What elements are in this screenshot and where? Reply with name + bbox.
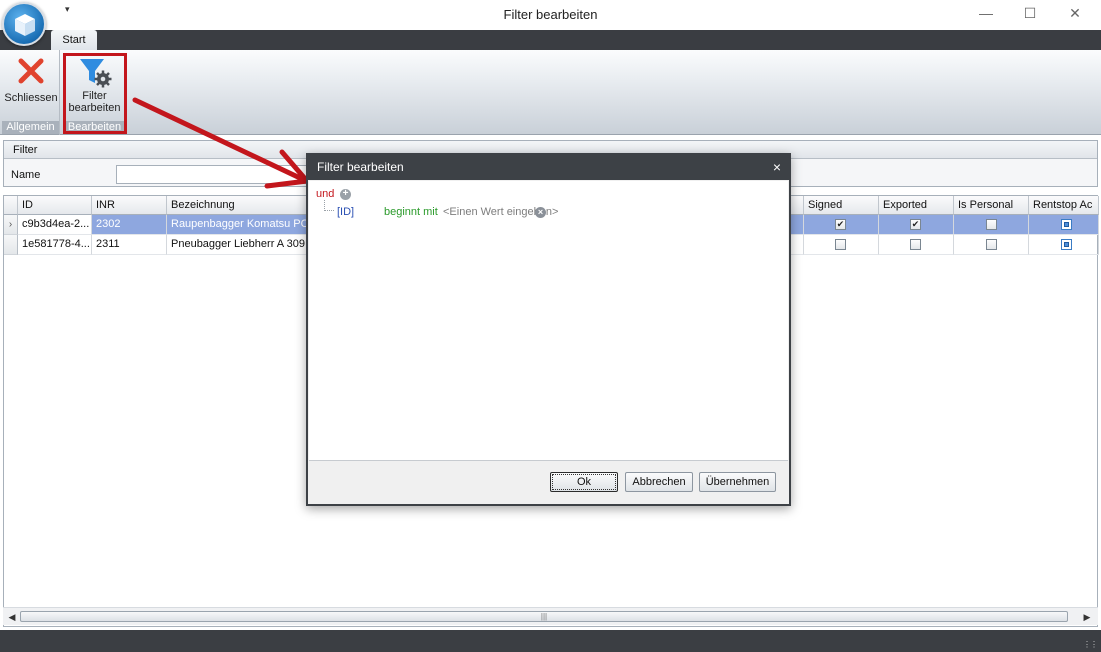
checkbox-unchecked-icon[interactable]: [910, 239, 921, 250]
column-header-exported[interactable]: Exported: [879, 196, 954, 215]
condition-operator[interactable]: beginnt mit: [384, 206, 438, 218]
ribbon: Schliessen Allgemein Filter bearbeiten B…: [0, 50, 1101, 135]
checkbox-unchecked-icon[interactable]: [986, 239, 997, 250]
window-title: Filter bearbeiten: [503, 7, 598, 22]
cell-inr[interactable]: 2302: [92, 215, 167, 235]
checkbox-checked-icon[interactable]: ✔: [835, 219, 846, 230]
cell-is-personal[interactable]: [954, 215, 1029, 235]
cell-rentstop[interactable]: [1029, 235, 1099, 255]
filter-edit-dialog: Filter bearbeiten × und + [ID] beginnt m…: [306, 153, 791, 506]
cell-id[interactable]: c9b3d4ea-2...: [18, 215, 92, 235]
add-condition-icon[interactable]: +: [340, 189, 351, 200]
title-bar: ▾ Filter bearbeiten — ☐ ✕: [0, 0, 1101, 30]
cell-exported[interactable]: [879, 235, 954, 255]
condition-field[interactable]: [ID]: [337, 206, 354, 218]
column-header-is-personal[interactable]: Is Personal: [954, 196, 1029, 215]
scroll-right-icon[interactable]: ▶: [1080, 610, 1094, 624]
dialog-footer: Ok Abbrechen Übernehmen: [308, 462, 789, 504]
name-filter-input[interactable]: [116, 165, 316, 184]
remove-condition-icon[interactable]: ×: [535, 207, 546, 218]
group-label-allgemein: Allgemein: [2, 121, 59, 134]
tree-connector: [324, 200, 334, 211]
cancel-button[interactable]: Abbrechen: [625, 472, 693, 492]
cell-signed[interactable]: ✔: [804, 215, 879, 235]
filter-tree-editor[interactable]: und + [ID] beginnt mit <Einen Wert einge…: [309, 181, 788, 461]
cell-signed[interactable]: [804, 235, 879, 255]
scroll-thumb[interactable]: |||: [20, 611, 1068, 622]
group-operator-link[interactable]: und: [316, 188, 334, 200]
cube-icon: [15, 14, 35, 36]
column-header-inr[interactable]: INR: [92, 196, 167, 215]
checkbox-indeterminate-icon[interactable]: [1061, 219, 1072, 230]
tab-start[interactable]: Start: [51, 30, 97, 50]
ribbon-tab-bar: Start: [0, 30, 1101, 50]
grid-corner: [4, 196, 18, 215]
close-window-button[interactable]: ✕: [1064, 4, 1086, 24]
row-indicator-icon[interactable]: ›: [4, 215, 18, 235]
close-button-label: Schliessen: [4, 92, 58, 104]
ribbon-group-allgemein: Schliessen Allgemein: [2, 50, 60, 135]
close-x-icon: [18, 58, 44, 84]
checkbox-unchecked-icon[interactable]: [986, 219, 997, 230]
cell-exported[interactable]: ✔: [879, 215, 954, 235]
cell-inr[interactable]: 2311: [92, 235, 167, 255]
column-header-rentstop[interactable]: Rentstop Ac: [1029, 196, 1099, 215]
cell-rentstop[interactable]: [1029, 215, 1099, 235]
close-button[interactable]: Schliessen: [4, 52, 58, 104]
dialog-title[interactable]: Filter bearbeiten: [308, 155, 789, 180]
status-bar: ⋮⋮: [0, 630, 1101, 652]
ok-button[interactable]: Ok: [550, 472, 618, 492]
name-label: Name: [11, 169, 41, 181]
apply-button[interactable]: Übernehmen: [699, 472, 776, 492]
checkbox-indeterminate-icon[interactable]: [1061, 239, 1072, 250]
app-logo-icon[interactable]: [2, 2, 46, 46]
maximize-button[interactable]: ☐: [1019, 4, 1041, 24]
cell-is-personal[interactable]: [954, 235, 1029, 255]
dialog-close-icon[interactable]: ×: [773, 157, 781, 177]
minimize-button[interactable]: —: [975, 4, 997, 24]
resize-grip-icon[interactable]: ⋮⋮: [1083, 640, 1098, 649]
annotation-highlight-box: [63, 53, 127, 134]
scroll-left-icon[interactable]: ◀: [5, 610, 19, 624]
horizontal-scrollbar[interactable]: ◀ ||| ▶: [3, 607, 1098, 625]
checkbox-unchecked-icon[interactable]: [835, 239, 846, 250]
checkbox-checked-icon[interactable]: ✔: [910, 219, 921, 230]
row-indicator[interactable]: [4, 235, 18, 255]
column-header-id[interactable]: ID: [18, 196, 92, 215]
cell-id[interactable]: 1e581778-4...: [18, 235, 92, 255]
column-header-signed[interactable]: Signed: [804, 196, 879, 215]
